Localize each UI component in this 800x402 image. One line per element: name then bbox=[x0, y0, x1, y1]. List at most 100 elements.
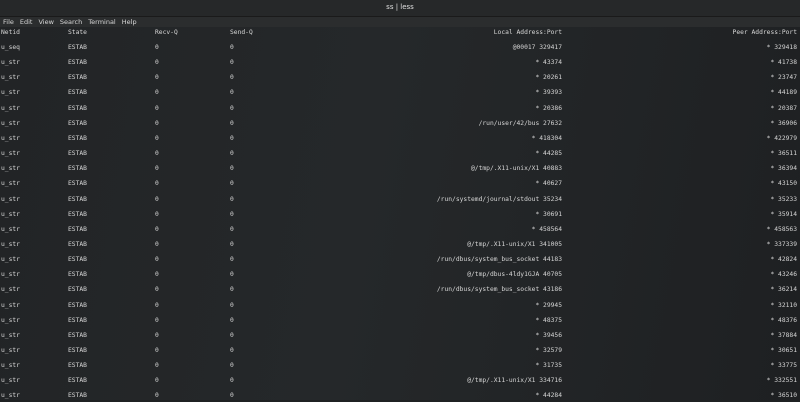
table-row: u_str ESTAB 0 0 * 31735 * 33775 bbox=[0, 362, 800, 372]
cell-netid: u_str bbox=[1, 392, 20, 400]
menu-edit[interactable]: Edit bbox=[17, 17, 36, 26]
table-row: u_str ESTAB 0 0 * 40627 * 43150 bbox=[0, 180, 800, 190]
cell-peer-address: * 36510 bbox=[770, 392, 797, 400]
cell-recvq: 0 bbox=[155, 286, 159, 294]
cell-sendq: 0 bbox=[230, 119, 234, 127]
window-title: ss | less bbox=[386, 3, 414, 11]
cell-netid: u_str bbox=[1, 347, 20, 354]
cell-recvq: 0 bbox=[155, 44, 159, 51]
cell-recvq: 0 bbox=[155, 134, 159, 142]
cell-sendq: 0 bbox=[230, 256, 234, 264]
table-row: u_str ESTAB 0 0/run/systemd/journal/stdout … bbox=[0, 196, 800, 206]
cell-local-address: @/tmp/dbus-4ldy1GJA 40705 bbox=[467, 271, 562, 279]
header-local-address: Local Address:Port bbox=[493, 29, 562, 36]
cell-state: ESTAB bbox=[68, 377, 87, 385]
cell-local-address: * 20261 bbox=[535, 74, 562, 82]
table-row: u_str ESTAB 0 0 * 39456 * 37884 bbox=[0, 332, 800, 342]
table-row: u_str ESTAB 0 0 * 20261 * 23747 bbox=[0, 74, 800, 84]
cell-local-address: * 31735 bbox=[535, 362, 562, 370]
cell-local-address: * 40627 bbox=[535, 180, 562, 188]
cell-netid: u_str bbox=[1, 134, 20, 142]
cell-sendq: 0 bbox=[230, 316, 234, 324]
cell-local-address: @/tmp/.X11-unix/X1 40883 bbox=[471, 165, 562, 173]
header-netid: Netid bbox=[1, 29, 20, 36]
cell-netid: u_str bbox=[1, 316, 20, 324]
cell-peer-address: * 337339 bbox=[766, 240, 797, 248]
cell-recvq: 0 bbox=[155, 119, 159, 127]
header-peer-address: Peer Address:Port bbox=[732, 29, 797, 36]
menu-view[interactable]: View bbox=[35, 17, 56, 26]
cell-state: ESTAB bbox=[68, 347, 87, 354]
table-row: u_str ESTAB 0 0 * 44285 * 36511 bbox=[0, 150, 800, 160]
cell-recvq: 0 bbox=[155, 331, 159, 339]
table-row: u_str ESTAB 0 0 * 29945 * 32110 bbox=[0, 302, 800, 312]
terminal-output[interactable]: Netid State Recv-Q Send-Q Local Address:… bbox=[0, 27, 800, 400]
cell-local-address: /run/dbus/system_bus_socket 44183 bbox=[436, 256, 562, 264]
cell-sendq: 0 bbox=[230, 392, 234, 400]
cell-netid: u_str bbox=[1, 301, 20, 309]
menu-search[interactable]: Search bbox=[57, 17, 85, 26]
cell-state: ESTAB bbox=[68, 104, 87, 112]
cell-state: ESTAB bbox=[68, 134, 87, 142]
cell-peer-address: * 36511 bbox=[770, 150, 797, 158]
cell-sendq: 0 bbox=[230, 210, 234, 218]
table-row: u_str ESTAB 0 0 * 44284 * 36510 bbox=[0, 392, 800, 402]
cell-local-address: * 48375 bbox=[535, 316, 562, 324]
cell-sendq: 0 bbox=[230, 165, 234, 173]
cell-netid: u_str bbox=[1, 377, 20, 385]
cell-local-address: @/tmp/.X11-unix/X1 341005 bbox=[467, 240, 562, 248]
cell-sendq: 0 bbox=[230, 134, 234, 142]
cell-netid: u_str bbox=[1, 195, 20, 203]
cell-netid: u_str bbox=[1, 210, 20, 218]
cell-peer-address: * 36394 bbox=[770, 165, 797, 173]
cell-local-address: * 44284 bbox=[535, 392, 562, 400]
cell-peer-address: * 458563 bbox=[766, 225, 797, 233]
cell-peer-address: * 30651 bbox=[770, 347, 797, 354]
cell-state: ESTAB bbox=[68, 256, 87, 264]
cell-peer-address: * 43150 bbox=[770, 180, 797, 188]
cell-state: ESTAB bbox=[68, 271, 87, 279]
cell-state: ESTAB bbox=[68, 301, 87, 309]
cell-sendq: 0 bbox=[230, 377, 234, 385]
table-header: Netid State Recv-Q Send-Q Local Address:… bbox=[0, 29, 800, 39]
cell-peer-address: * 35233 bbox=[770, 195, 797, 203]
window-titlebar: ss | less bbox=[0, 0, 800, 17]
cell-netid: u_str bbox=[1, 104, 20, 112]
cell-local-address: @/tmp/.X11-unix/X1 334716 bbox=[467, 377, 562, 385]
cell-local-address: @00017 329417 bbox=[512, 44, 562, 51]
cell-peer-address: * 20387 bbox=[770, 104, 797, 112]
menu-file[interactable]: File bbox=[0, 17, 17, 26]
cell-netid: u_str bbox=[1, 74, 20, 82]
cell-state: ESTAB bbox=[68, 165, 87, 173]
cell-sendq: 0 bbox=[230, 44, 234, 51]
table-row: u_str ESTAB 0 0/run/dbus/system_bus_socket … bbox=[0, 256, 800, 266]
cell-netid: u_str bbox=[1, 180, 20, 188]
cell-local-address: * 418304 bbox=[531, 134, 562, 142]
cell-netid: u_seq bbox=[1, 44, 20, 51]
cell-sendq: 0 bbox=[230, 347, 234, 354]
cell-state: ESTAB bbox=[68, 331, 87, 339]
table-row: u_str ESTAB 0 0/run/dbus/system_bus_socket … bbox=[0, 286, 800, 296]
table-row: u_str ESTAB 0 0 * 32579 * 30651 bbox=[0, 347, 800, 357]
menu-help[interactable]: Help bbox=[119, 17, 140, 26]
cell-netid: u_str bbox=[1, 165, 20, 173]
header-recvq: Recv-Q bbox=[155, 29, 178, 36]
table-row: u_str ESTAB 0 0 * 39393 * 44189 bbox=[0, 89, 800, 99]
cell-sendq: 0 bbox=[230, 195, 234, 203]
cell-recvq: 0 bbox=[155, 347, 159, 354]
cell-local-address: /run/systemd/journal/stdout 35234 bbox=[436, 195, 562, 203]
table-row: u_str ESTAB 0 0 @/tmp/.X11-unix/X1 40883 * 36… bbox=[0, 165, 800, 175]
table-row: u_str ESTAB 0 0 * 458564 * 458563 bbox=[0, 226, 800, 236]
cell-recvq: 0 bbox=[155, 240, 159, 248]
cell-sendq: 0 bbox=[230, 74, 234, 82]
cell-recvq: 0 bbox=[155, 150, 159, 158]
cell-state: ESTAB bbox=[68, 195, 87, 203]
cell-local-address: * 30691 bbox=[535, 210, 562, 218]
menu-terminal[interactable]: Terminal bbox=[85, 17, 118, 26]
cell-peer-address: * 41738 bbox=[770, 59, 797, 67]
cell-sendq: 0 bbox=[230, 301, 234, 309]
cell-recvq: 0 bbox=[155, 210, 159, 218]
cell-local-address: * 458564 bbox=[531, 225, 562, 233]
cell-netid: u_str bbox=[1, 256, 20, 264]
table-row: u_str ESTAB 0 0 * 20386 * 20387 bbox=[0, 105, 800, 115]
